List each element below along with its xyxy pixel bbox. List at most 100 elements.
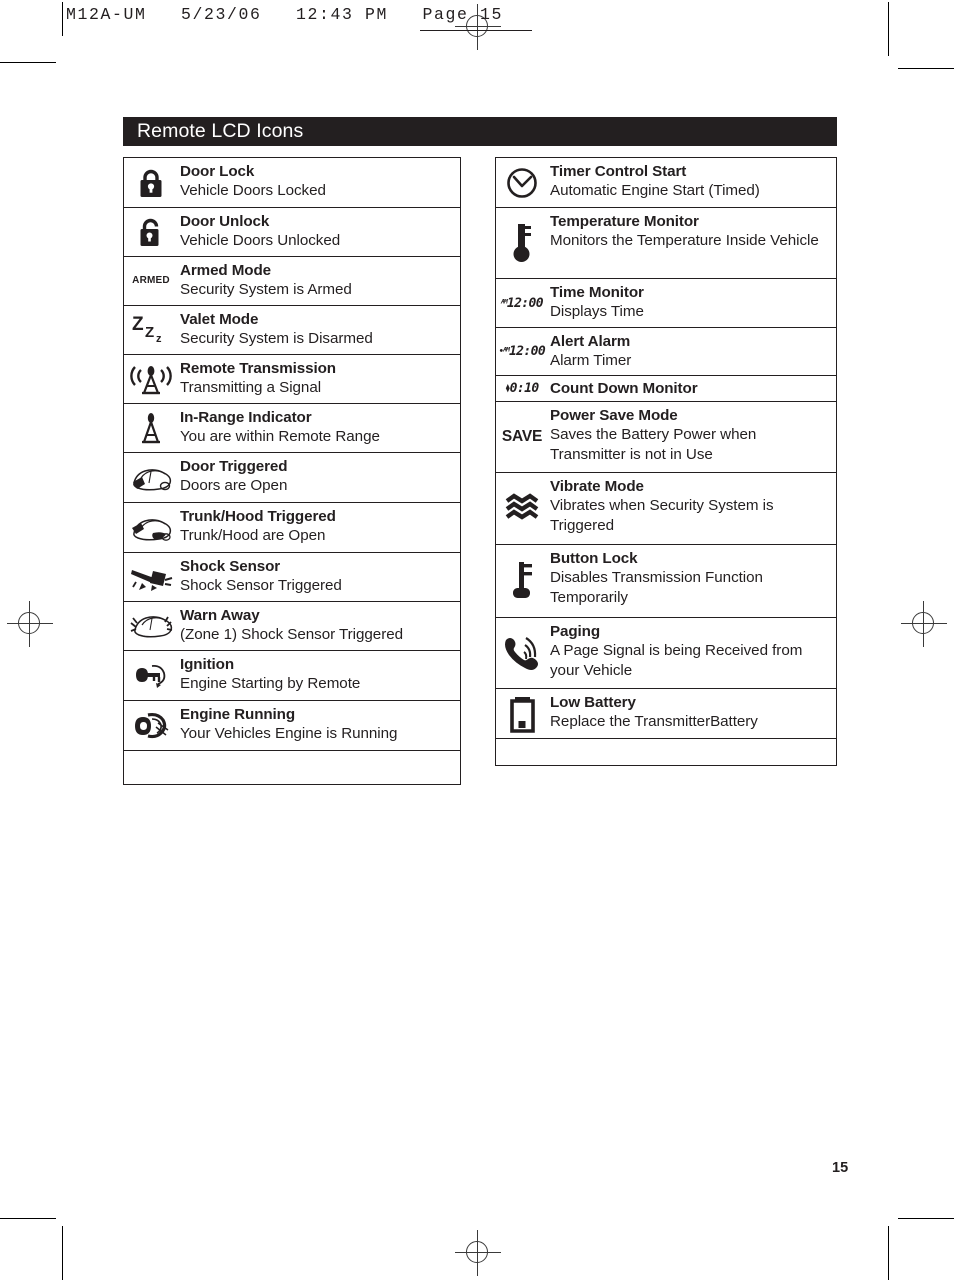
icon-row-text: Button Lock Disables Transmission Functi… (548, 545, 836, 617)
icon-desc: A Page Signal is being Received from you… (550, 642, 803, 680)
icon-row-text: Power Save Mode Saves the Battery Power … (548, 402, 836, 472)
lcd-alarm-time-icon: •AM12:00 (496, 328, 548, 375)
icon-title: Valet Mode (180, 311, 259, 328)
lcd-time-readout: AM12:00 (501, 295, 544, 311)
icon-desc: Monitors the Temperature Inside Vehicle (550, 232, 819, 250)
icon-row-text: Vibrate Mode Vibrates when Security Syst… (548, 473, 836, 544)
icon-title: Warn Away (180, 607, 260, 624)
padlock-open-icon (124, 208, 178, 256)
icon-desc: Shock Sensor Triggered (180, 577, 342, 595)
icon-row: SAVE Power Save Mode Saves the Battery P… (496, 402, 836, 473)
icon-row: Trunk/Hood Triggered Trunk/Hood are Open (124, 503, 460, 553)
antenna-tower-icon (124, 404, 178, 452)
icon-title: Door Lock (180, 163, 255, 180)
icon-desc: (Zone 1) Shock Sensor Triggered (180, 626, 403, 644)
icon-row-text: Valet Mode Security System is Disarmed (178, 306, 460, 354)
icon-row: Timer Control Start Automatic Engine Sta… (496, 158, 836, 208)
save-text-icon: SAVE (496, 402, 548, 472)
icon-title: Armed Mode (180, 262, 271, 279)
icon-row: Paging A Page Signal is being Received f… (496, 618, 836, 689)
icon-desc: Vehicle Doors Unlocked (180, 232, 341, 250)
lcd-digits: 0:10 (509, 381, 540, 396)
key-button-lock-icon (496, 545, 548, 617)
icon-desc: Doors are Open (180, 477, 288, 495)
icon-row-text: In-Range Indicator You are within Remote… (178, 404, 460, 452)
icon-title: Ignition (180, 656, 235, 673)
crop-mark-top-right-vertical (888, 2, 890, 56)
icon-table-right: Timer Control Start Automatic Engine Sta… (495, 157, 837, 766)
lcd-time-icon: AM12:00 (496, 279, 548, 327)
transmitting-antenna-icon (124, 355, 178, 403)
slug-underline (420, 30, 532, 32)
icon-desc: Security System is Disarmed (180, 330, 373, 348)
armed-text-icon: ARMED (124, 257, 178, 305)
icon-row-text: Door Lock Vehicle Doors Locked (178, 158, 460, 207)
icon-desc: Vibrates when Security System is Trigger… (550, 497, 774, 535)
icon-row-text: Door Triggered Doors are Open (178, 453, 460, 502)
icon-desc: Alarm Timer (550, 352, 632, 370)
clock-timer-icon (496, 158, 548, 207)
registration-mark-right (901, 601, 947, 647)
crop-mark-bottom-right-vertical (888, 1226, 890, 1280)
icon-title: Timer Control Start (550, 163, 687, 180)
icon-desc: You are within Remote Range (180, 428, 380, 446)
icon-title: Remote Transmission (180, 360, 336, 377)
icon-row: Temperature Monitor Monitors the Tempera… (496, 208, 836, 279)
sleeping-zzz-icon: ZZz (132, 314, 162, 345)
icon-row-text: Warn Away (Zone 1) Shock Sensor Triggere… (178, 602, 460, 650)
document-page: M12A-UM 5/23/06 12:43 PM Page 15 Remote … (0, 0, 954, 1282)
icon-title: Shock Sensor (180, 558, 281, 575)
icon-row: Warn Away (Zone 1) Shock Sensor Triggere… (124, 602, 460, 651)
icon-row: ZZz Valet Mode Security System is Disarm… (124, 306, 460, 355)
icon-row: Remote Transmission Transmitting a Signa… (124, 355, 460, 404)
icon-title: Door Triggered (180, 458, 288, 475)
icon-row-text: Count Down Monitor (548, 376, 836, 401)
icon-desc: Transmitting a Signal (180, 379, 322, 397)
armed-label: ARMED (132, 275, 170, 286)
icon-title: In-Range Indicator (180, 409, 312, 426)
crop-mark-top-left-vertical (62, 2, 64, 36)
lcd-digits: 12:00 (506, 295, 544, 311)
crop-mark-left-horizontal-top (0, 62, 56, 64)
icon-row: Ignition Engine Starting by Remote (124, 651, 460, 701)
icon-title: Vibrate Mode (550, 478, 644, 495)
icon-row: Engine Running Your Vehicles Engine is R… (124, 701, 460, 751)
icon-row: ⧫0:10 Count Down Monitor (496, 376, 836, 402)
ignition-key-turn-icon (124, 651, 178, 700)
icon-row: Door Unlock Vehicle Doors Unlocked (124, 208, 460, 257)
crop-mark-left-horizontal-bottom (0, 1218, 56, 1220)
icon-row-text: Armed Mode Security System is Armed (178, 257, 460, 305)
icon-desc: Engine Starting by Remote (180, 675, 361, 693)
icon-row-text: Engine Running Your Vehicles Engine is R… (178, 701, 460, 750)
crop-mark-bottom-left-vertical (62, 1226, 64, 1280)
icon-row-text: Shock Sensor Shock Sensor Triggered (178, 553, 460, 601)
phone-paging-icon (496, 618, 548, 688)
page-number: 15 (832, 1160, 849, 1176)
icon-row: Door Triggered Doors are Open (124, 453, 460, 503)
icon-row: Door Lock Vehicle Doors Locked (124, 158, 460, 208)
lcd-alarm-readout: •AM12:00 (499, 344, 546, 359)
hammer-shock-icon (124, 553, 178, 601)
registration-mark-bottom (455, 1230, 501, 1276)
icon-title: Alert Alarm (550, 333, 631, 350)
car-warn-away-icon (124, 602, 178, 650)
save-label: SAVE (501, 428, 543, 446)
icon-row: •AM12:00 Alert Alarm Alarm Timer (496, 328, 836, 376)
icon-row: Shock Sensor Shock Sensor Triggered (124, 553, 460, 602)
crop-mark-right-horizontal-top (898, 68, 954, 70)
icon-title: Engine Running (180, 706, 296, 723)
vibrate-waves-icon (496, 473, 548, 544)
car-trunk-hood-open-icon (124, 503, 178, 552)
icon-desc: Automatic Engine Start (Timed) (550, 182, 760, 200)
lcd-countdown-icon: ⧫0:10 (496, 376, 548, 401)
icon-row: Low Battery Replace the TransmitterBatte… (496, 689, 836, 739)
lcd-digits: 12:00 (508, 344, 546, 359)
icon-row: AM12:00 Time Monitor Displays Time (496, 279, 836, 328)
icon-title: Button Lock (550, 550, 638, 567)
table-bottom-space (124, 751, 460, 784)
icon-row: ARMED Armed Mode Security System is Arme… (124, 257, 460, 306)
icon-row: Vibrate Mode Vibrates when Security Syst… (496, 473, 836, 545)
